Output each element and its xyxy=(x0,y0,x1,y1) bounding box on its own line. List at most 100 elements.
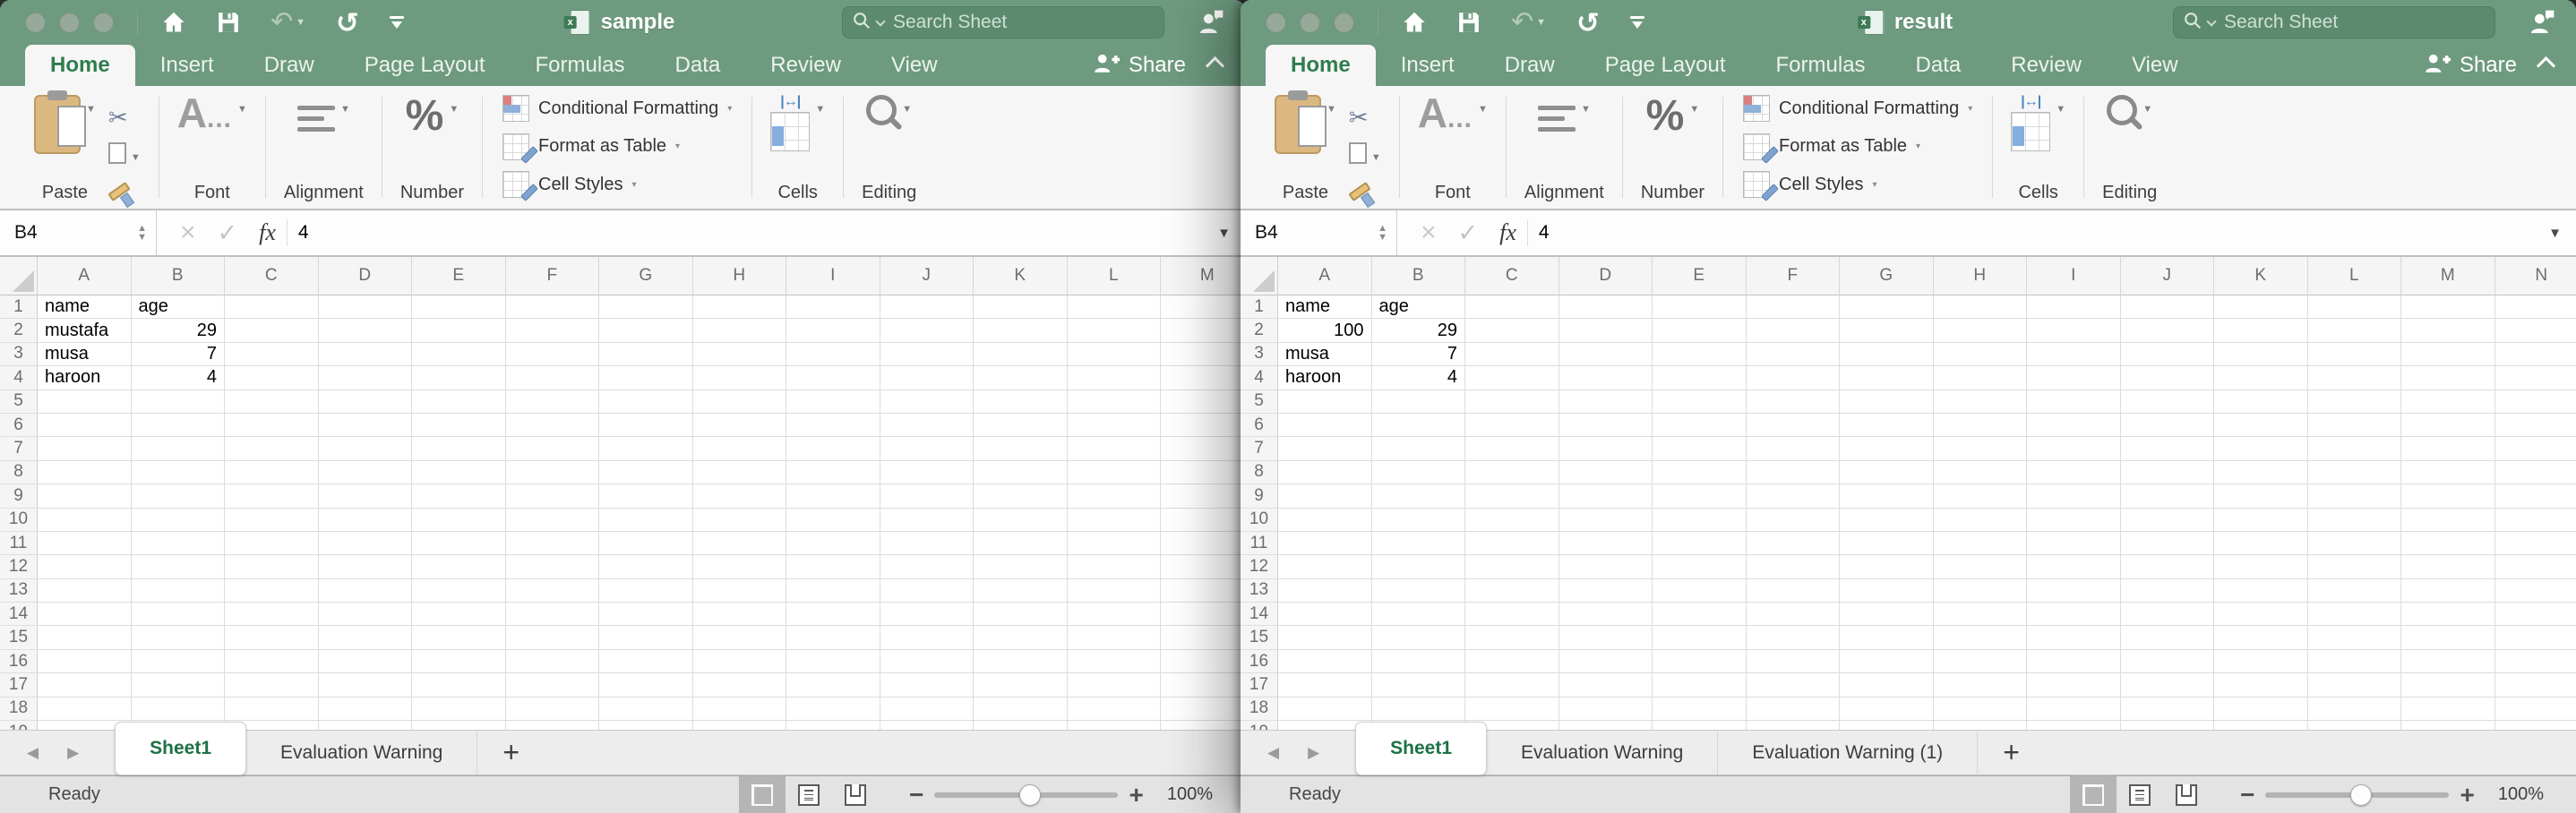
cell-G17[interactable] xyxy=(1840,673,1934,697)
cell-N2[interactable] xyxy=(2495,319,2576,342)
cell-C14[interactable] xyxy=(225,603,319,626)
cell-J14[interactable] xyxy=(880,603,975,626)
sheet-next-icon[interactable]: ▶ xyxy=(67,744,79,762)
cell-F2[interactable] xyxy=(1747,319,1841,342)
cell-A1[interactable]: name xyxy=(1278,295,1372,319)
cell-M13[interactable] xyxy=(2401,579,2495,603)
cell-I18[interactable] xyxy=(2027,697,2121,721)
cell-styles-button[interactable]: Cell Styles ▾ xyxy=(502,171,637,198)
cell-I19[interactable] xyxy=(786,721,880,730)
column-header-L[interactable]: L xyxy=(1068,257,1162,295)
cell-F4[interactable] xyxy=(506,366,600,389)
cell-H19[interactable] xyxy=(1934,721,2028,730)
cell-G4[interactable] xyxy=(599,366,693,389)
cell-E11[interactable] xyxy=(1653,532,1747,555)
cell-B16[interactable] xyxy=(132,650,226,673)
cell-F8[interactable] xyxy=(1747,461,1841,484)
sheet-tab-sheet1[interactable]: Sheet1 xyxy=(1355,722,1487,775)
zoom-in-button[interactable]: + xyxy=(1129,781,1143,809)
cell-C7[interactable] xyxy=(1465,437,1559,460)
cell-E12[interactable] xyxy=(1653,555,1747,578)
cell-E5[interactable] xyxy=(412,390,506,414)
cell-B18[interactable] xyxy=(132,697,226,721)
cell-A14[interactable] xyxy=(38,603,132,626)
cell-A17[interactable] xyxy=(38,673,132,697)
cell-C4[interactable] xyxy=(1465,366,1559,389)
cell-J4[interactable] xyxy=(880,366,975,389)
row-header-11[interactable]: 11 xyxy=(0,532,38,555)
cell-F14[interactable] xyxy=(506,603,600,626)
row-header-9[interactable]: 9 xyxy=(0,484,38,508)
cell-M7[interactable] xyxy=(1161,437,1245,460)
cell-J7[interactable] xyxy=(880,437,975,460)
cell-A13[interactable] xyxy=(1278,579,1372,603)
cell-J15[interactable] xyxy=(2121,626,2215,649)
cell-B11[interactable] xyxy=(132,532,226,555)
cell-N3[interactable] xyxy=(2495,343,2576,366)
cell-K11[interactable] xyxy=(2214,532,2308,555)
row-header-9[interactable]: 9 xyxy=(1241,484,1278,508)
cell-A17[interactable] xyxy=(1278,673,1372,697)
cell-L2[interactable] xyxy=(2308,319,2402,342)
cell-F19[interactable] xyxy=(506,721,600,730)
cell-M4[interactable] xyxy=(2401,366,2495,389)
cell-I4[interactable] xyxy=(2027,366,2121,389)
cell-C11[interactable] xyxy=(225,532,319,555)
paste-button[interactable]: ▼ xyxy=(1275,95,1336,154)
cell-F13[interactable] xyxy=(1747,579,1841,603)
cell-F4[interactable] xyxy=(1747,366,1841,389)
cell-B4[interactable]: 4 xyxy=(1372,366,1466,389)
cell-E4[interactable] xyxy=(1653,366,1747,389)
cell-I2[interactable] xyxy=(2027,319,2121,342)
format-painter-button[interactable] xyxy=(1349,178,1370,196)
cell-G8[interactable] xyxy=(1840,461,1934,484)
cell-E16[interactable] xyxy=(1653,650,1747,673)
cell-K4[interactable] xyxy=(974,366,1068,389)
cell-H10[interactable] xyxy=(1934,509,2028,532)
cells-button[interactable]: |↔| ▼ xyxy=(2011,95,2065,151)
cell-C17[interactable] xyxy=(225,673,319,697)
cell-K1[interactable] xyxy=(974,295,1068,319)
cell-I2[interactable] xyxy=(786,319,880,342)
add-sheet-button[interactable]: + xyxy=(1978,736,2045,769)
cell-J8[interactable] xyxy=(880,461,975,484)
cell-M2[interactable] xyxy=(2401,319,2495,342)
cell-H15[interactable] xyxy=(693,626,787,649)
redo-icon[interactable]: ↺ xyxy=(336,9,359,37)
cell-C1[interactable] xyxy=(1465,295,1559,319)
cell-D6[interactable] xyxy=(1559,414,1653,437)
column-header-C[interactable]: C xyxy=(225,257,319,295)
cell-L19[interactable] xyxy=(2308,721,2402,730)
cell-B3[interactable]: 7 xyxy=(132,343,226,366)
cell-B11[interactable] xyxy=(1372,532,1466,555)
formula-input[interactable]: 4 xyxy=(1539,222,2576,244)
cell-L15[interactable] xyxy=(1068,626,1162,649)
cell-L16[interactable] xyxy=(1068,650,1162,673)
row-header-2[interactable]: 2 xyxy=(1241,319,1278,342)
search-sheet-input[interactable]: Search Sheet xyxy=(2173,6,2495,39)
cell-A11[interactable] xyxy=(1278,532,1372,555)
cell-D15[interactable] xyxy=(1559,626,1653,649)
column-header-D[interactable]: D xyxy=(1559,257,1653,295)
cell-J5[interactable] xyxy=(2121,390,2215,414)
cell-A16[interactable] xyxy=(1278,650,1372,673)
cell-I17[interactable] xyxy=(2027,673,2121,697)
cell-C17[interactable] xyxy=(1465,673,1559,697)
minimize-button[interactable] xyxy=(1300,13,1320,33)
cell-L7[interactable] xyxy=(1068,437,1162,460)
cell-J12[interactable] xyxy=(2121,555,2215,578)
cell-B6[interactable] xyxy=(132,414,226,437)
cell-L12[interactable] xyxy=(2308,555,2402,578)
cell-A10[interactable] xyxy=(1278,509,1372,532)
cell-E14[interactable] xyxy=(1653,603,1747,626)
cell-K6[interactable] xyxy=(2214,414,2308,437)
cell-A8[interactable] xyxy=(1278,461,1372,484)
cell-D9[interactable] xyxy=(319,484,413,508)
cell-N16[interactable] xyxy=(2495,650,2576,673)
cell-J3[interactable] xyxy=(2121,343,2215,366)
cell-M11[interactable] xyxy=(1161,532,1245,555)
cell-B7[interactable] xyxy=(1372,437,1466,460)
cell-A6[interactable] xyxy=(1278,414,1372,437)
cell-M9[interactable] xyxy=(1161,484,1245,508)
cell-D14[interactable] xyxy=(1559,603,1653,626)
